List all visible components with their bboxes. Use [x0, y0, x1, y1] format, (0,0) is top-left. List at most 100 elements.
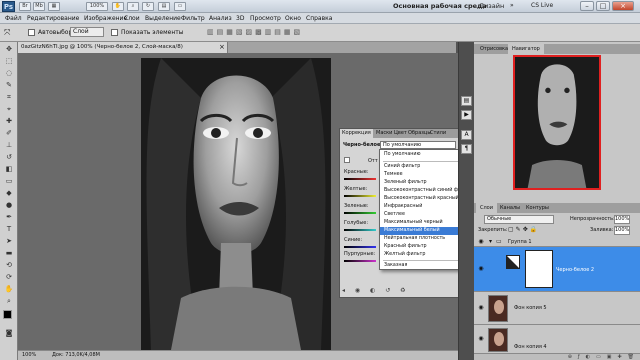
autoselect-select[interactable]: Слой [70, 27, 104, 37]
shape-tool-icon[interactable]: ▬ [3, 249, 15, 258]
hand-icon[interactable]: ✋ [3, 285, 15, 294]
layers-footer-icons[interactable]: ⊕ƒ◐▭▣✚🗑 [474, 354, 640, 360]
tab-rendering[interactable]: Отрисовка [476, 44, 512, 54]
quick-select-tool-icon[interactable]: ✎ [3, 81, 15, 90]
tint-checkbox-label[interactable]: Отт [368, 158, 378, 164]
zoom-select[interactable]: 100% [86, 2, 108, 11]
cs-live-button[interactable]: CS Live [531, 2, 553, 9]
menu-help[interactable]: Справка [306, 15, 332, 22]
layer-name[interactable]: Черно-белое 2 [556, 267, 594, 273]
rotate-view-icon[interactable]: ↻ [142, 2, 154, 11]
show-controls-checkbox[interactable] [111, 29, 118, 36]
3d-camera-tool-icon[interactable]: ⟳ [3, 273, 15, 282]
blur-tool-icon[interactable]: ◆ [3, 189, 15, 198]
blue-slider[interactable] [344, 246, 376, 248]
character-panel-icon[interactable]: A [461, 130, 472, 140]
tab-navigator[interactable]: Навигатор [508, 44, 544, 54]
minimize-button[interactable]: – [580, 1, 594, 11]
foreground-color-swatch[interactable] [3, 310, 12, 319]
tab-styles[interactable]: Стили [428, 129, 448, 138]
close-button[interactable]: × [612, 1, 634, 11]
yellow-slider[interactable] [344, 195, 376, 197]
magenta-slider[interactable] [344, 260, 376, 262]
autoselect-checkbox[interactable] [28, 29, 35, 36]
workspace-design[interactable]: Дизайн [479, 2, 504, 10]
layer-row[interactable]: ◉ Фон копия 4 [474, 325, 640, 354]
type-tool-icon[interactable]: T [3, 225, 15, 234]
eraser-tool-icon[interactable]: ◧ [3, 165, 15, 174]
pen-tool-icon[interactable]: ✒ [3, 213, 15, 222]
zoom-icon[interactable]: ⌕ [3, 297, 15, 306]
green-slider[interactable] [344, 212, 376, 214]
move-tool-preset-icon[interactable]: ⤧ [4, 28, 18, 38]
group-expand-icon[interactable]: ▾ [489, 238, 492, 245]
healing-tool-icon[interactable]: ✚ [3, 117, 15, 126]
path-select-tool-icon[interactable]: ➤ [3, 237, 15, 246]
crop-tool-icon[interactable]: ⌗ [3, 93, 15, 102]
visibility-eye-icon[interactable]: ◉ [477, 335, 485, 343]
menu-window[interactable]: Окно [285, 15, 301, 22]
cyan-slider[interactable] [344, 229, 376, 231]
document-canvas-image[interactable] [141, 58, 331, 350]
menu-view[interactable]: Просмотр [250, 15, 281, 22]
move-tool-icon[interactable]: ✥ [3, 45, 15, 54]
zoom-tool-icon[interactable]: ⌕ [127, 2, 139, 11]
screen-mode-icon[interactable]: ▭ [174, 2, 186, 11]
layer-row-selected[interactable]: ◉ Черно-белое 2 [474, 247, 640, 292]
layer-mask-thumbnail[interactable] [525, 250, 553, 288]
fill-field[interactable]: 100% [614, 226, 630, 235]
menu-file[interactable]: Файл [5, 15, 22, 22]
menu-analysis[interactable]: Анализ [209, 15, 232, 22]
adjustments-footer-icons[interactable]: ◂ ◉ ◐ ↺ ♻ [342, 287, 460, 297]
lock-icons[interactable]: ▢✎✥🔒 [508, 226, 548, 234]
preset-select[interactable]: По умолчанию [380, 141, 456, 149]
menu-3d[interactable]: 3D [236, 15, 244, 22]
lasso-tool-icon[interactable]: ◌ [3, 69, 15, 78]
clone-stamp-tool-icon[interactable]: ⊥ [3, 141, 15, 150]
menu-image[interactable]: Изображение [84, 15, 127, 22]
document-tab[interactable]: 0azGitzN6hTI.jpg @ 100% (Черно-белое 2, … [18, 42, 228, 53]
tab-layers[interactable]: Слои [476, 203, 497, 213]
dodge-tool-icon[interactable]: ● [3, 201, 15, 210]
paragraph-panel-icon[interactable]: ¶ [461, 144, 472, 154]
gradient-tool-icon[interactable]: ▭ [3, 177, 15, 186]
hand-adjust-icon[interactable] [344, 157, 350, 163]
tab-channels[interactable]: Каналы [496, 203, 524, 213]
workspace-more-icon[interactable]: » [510, 2, 514, 9]
visibility-eye-icon[interactable]: ◉ [477, 238, 485, 246]
navigator-view-frame[interactable] [513, 55, 601, 190]
3d-rotate-tool-icon[interactable]: ⟲ [3, 261, 15, 270]
actions-panel-icon[interactable]: ▶ [461, 110, 472, 120]
minibridge-button[interactable]: Mb [33, 2, 45, 11]
layer-group-row[interactable]: ◉ ▾ ▭ Группа 1 [474, 237, 640, 247]
layer-row[interactable]: ◉ Фон копия 5 [474, 292, 640, 325]
align-icons[interactable]: ▥▤▦▧▨▩▥▤▦▧ [207, 28, 337, 38]
history-brush-tool-icon[interactable]: ↺ [3, 153, 15, 162]
red-slider[interactable] [344, 178, 376, 180]
menu-layers[interactable]: Слои [124, 15, 140, 22]
visibility-eye-icon[interactable]: ◉ [477, 304, 485, 312]
bridge-button[interactable]: Br [19, 2, 31, 11]
quick-mask-icon[interactable]: ◙ [3, 329, 15, 338]
maximize-button[interactable]: □ [596, 1, 610, 11]
visibility-eye-icon[interactable]: ◉ [477, 265, 485, 273]
history-panel-icon[interactable]: ▤ [461, 96, 472, 106]
guides-icon[interactable]: ▦ [48, 2, 60, 11]
tab-paths[interactable]: Контуры [522, 203, 553, 213]
tab-adjustments[interactable]: Коррекция [340, 129, 373, 138]
brush-tool-icon[interactable]: ✐ [3, 129, 15, 138]
marquee-tool-icon[interactable]: ⬚ [3, 57, 15, 66]
eyedropper-tool-icon[interactable]: ⌖ [3, 105, 15, 114]
workspace-switcher[interactable]: Основная рабочая среда [393, 2, 487, 10]
document-tab-close-icon[interactable]: × [219, 43, 225, 51]
menu-filter[interactable]: Фильтр [181, 15, 205, 22]
status-zoom[interactable]: 100% [22, 351, 36, 360]
arrange-documents-icon[interactable]: ▤ [158, 2, 170, 11]
menu-select[interactable]: Выделение [145, 15, 181, 22]
menu-edit[interactable]: Редактирование [27, 15, 79, 22]
hand-tool-icon[interactable]: ✋ [112, 2, 124, 11]
blend-mode-select[interactable]: Обычные [484, 215, 554, 224]
photoshop-logo[interactable]: Ps [2, 1, 15, 12]
layer-name[interactable]: Фон копия 4 [514, 344, 547, 350]
opacity-field[interactable]: 100% [614, 215, 630, 224]
